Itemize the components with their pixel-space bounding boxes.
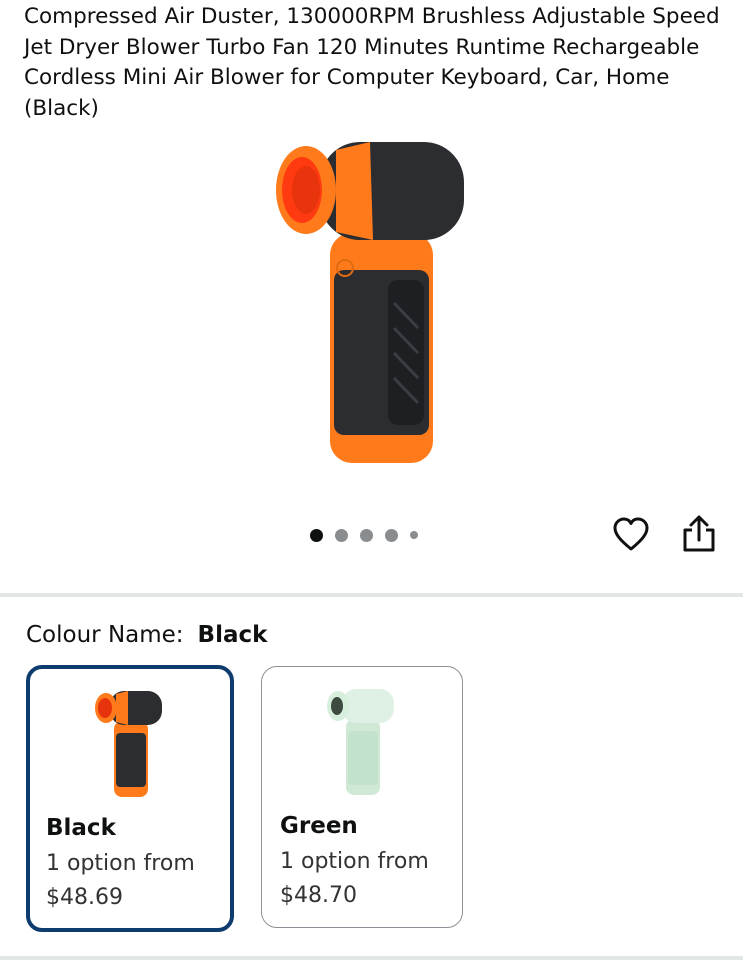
variation-label: Colour Name: Black	[26, 618, 267, 652]
carousel-dot[interactable]	[310, 528, 323, 542]
heart-icon[interactable]	[612, 516, 650, 554]
section-divider	[0, 593, 743, 597]
black-variant-thumbnail	[95, 691, 162, 797]
variant-price: $48.69	[46, 885, 123, 910]
carousel-dot[interactable]	[360, 528, 373, 542]
carousel-dot[interactable]	[385, 528, 398, 542]
variant-availability: 1 option from	[280, 849, 429, 874]
variant-price: $48.70	[280, 883, 357, 908]
image-carousel-dots[interactable]	[310, 527, 418, 543]
colour-option-green[interactable]: Green 1 option from $48.70	[261, 666, 463, 928]
product-title: Compressed Air Duster, 130000RPM Brushle…	[24, 4, 720, 121]
colour-name-label: Colour Name:	[26, 622, 184, 648]
selected-colour-value: Black	[197, 622, 268, 648]
share-icon[interactable]	[680, 514, 718, 554]
variant-availability: 1 option from	[46, 851, 195, 876]
variant-name: Green	[280, 813, 358, 839]
section-divider	[0, 956, 743, 960]
product-image[interactable]	[258, 128, 488, 473]
carousel-dot[interactable]	[335, 528, 348, 542]
variant-name: Black	[46, 815, 116, 841]
air-blower-image	[276, 142, 464, 463]
carousel-dot[interactable]	[410, 531, 418, 539]
green-variant-thumbnail	[327, 689, 394, 795]
colour-option-black[interactable]: Black 1 option from $48.69	[26, 665, 234, 932]
